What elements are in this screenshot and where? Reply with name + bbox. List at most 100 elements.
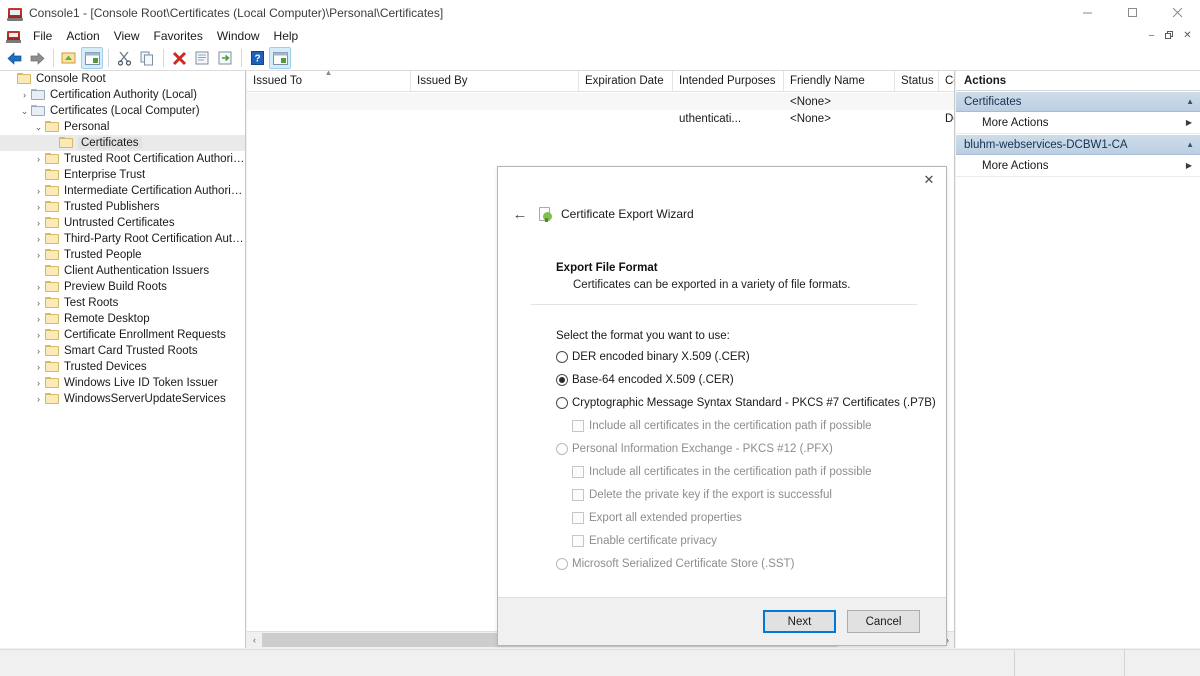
column-header-issued-by[interactable]: Issued By (411, 71, 579, 91)
tree-item-trusted-root-certification-authorities[interactable]: › Trusted Root Certification Authorities (0, 151, 245, 167)
wizard-back-button[interactable]: ← (506, 203, 534, 225)
chevron-right-icon[interactable]: › (32, 218, 45, 228)
menu-view[interactable]: View (107, 27, 147, 45)
folder-up-button[interactable] (58, 47, 80, 69)
actions-group-header-1[interactable]: bluhm-webservices-DCBW1-CA ▲ (956, 134, 1200, 155)
chevron-down-icon[interactable]: ⌄ (18, 106, 31, 117)
status-pane-2 (1015, 650, 1125, 676)
console-small-icon (6, 28, 21, 43)
radio-button[interactable] (556, 397, 568, 409)
tree-item-label: Console Root (36, 73, 106, 85)
chevron-right-icon[interactable]: › (32, 282, 45, 292)
chevron-right-icon[interactable]: › (32, 378, 45, 388)
chevron-right-icon[interactable]: › (32, 394, 45, 404)
tree-item-preview-build-roots[interactable]: › Preview Build Roots (0, 279, 245, 295)
scroll-left-arrow[interactable]: ‹ (247, 632, 262, 648)
tree-item-remote-desktop[interactable]: › Remote Desktop (0, 311, 245, 327)
chevron-right-icon[interactable]: › (32, 314, 45, 324)
forward-button[interactable] (26, 47, 48, 69)
tree-item-intermediate-certification-authorities[interactable]: › Intermediate Certification Authorities (0, 183, 245, 199)
chevron-right-icon[interactable]: › (32, 154, 45, 164)
chevron-up-icon[interactable]: ▲ (1186, 140, 1194, 149)
folder-icon (59, 137, 74, 149)
tree-item-client-authentication-issuers[interactable]: Client Authentication Issuers (0, 263, 245, 279)
cancel-button[interactable]: Cancel (847, 610, 920, 633)
chevron-up-icon[interactable]: ▲ (1186, 97, 1194, 106)
tree-item-certificates-local-computer[interactable]: ⌄ Certificates (Local Computer) (0, 103, 245, 119)
tree-item-certification-authority-local[interactable]: › Certification Authority (Local) (0, 87, 245, 103)
tree-item-enterprise-trust[interactable]: Enterprise Trust (0, 167, 245, 183)
tree-item-test-roots[interactable]: › Test Roots (0, 295, 245, 311)
folder-icon (45, 377, 60, 389)
tree-item-windows-live-id-token-issuer[interactable]: › Windows Live ID Token Issuer (0, 375, 245, 391)
menu-action[interactable]: Action (59, 27, 106, 45)
copy-button[interactable] (136, 47, 158, 69)
tree-item-label: Test Roots (64, 297, 119, 309)
cell-purposes: uthenticati... (679, 112, 742, 125)
back-button[interactable] (3, 47, 25, 69)
cut-button[interactable] (113, 47, 135, 69)
table-row[interactable]: uthenticati... <None> Doma (247, 110, 954, 127)
console-tree-pane[interactable]: Console Root › Certification Authority (Lo… (0, 71, 246, 648)
tree-item-untrusted-certificates[interactable]: › Untrusted Certificates (0, 215, 245, 231)
menu-file[interactable]: File (26, 27, 59, 45)
column-header-intended-purposes[interactable]: Intended Purposes (673, 71, 784, 91)
actions-item-more-actions[interactable]: More Actions ▶ (956, 112, 1200, 134)
radio-button (556, 558, 568, 570)
next-button[interactable]: Next (763, 610, 836, 633)
tree-item-third-party-root-certification-authorities[interactable]: › Third-Party Root Certification Authorit… (0, 231, 245, 247)
radio-button[interactable] (556, 374, 568, 386)
chevron-right-icon[interactable]: › (32, 202, 45, 212)
radio-option-1[interactable]: Base-64 encoded X.509 (.CER) (556, 374, 936, 387)
table-row[interactable]: <None> (247, 93, 954, 110)
export-button[interactable] (214, 47, 236, 69)
chevron-right-icon[interactable]: › (32, 186, 45, 196)
menu-favorites[interactable]: Favorites (147, 27, 210, 45)
column-header-friendly-name[interactable]: Friendly Name (784, 71, 895, 91)
view-window-button[interactable] (269, 47, 291, 69)
chevron-right-icon[interactable]: › (32, 362, 45, 372)
cell-issued-by (411, 110, 579, 127)
column-header-expiration-date[interactable]: Expiration Date (579, 71, 673, 91)
close-button[interactable] (1155, 0, 1200, 25)
tree-item-windowsserverupdateservices[interactable]: › WindowsServerUpdateServices (0, 391, 245, 407)
actions-group-header-0[interactable]: Certificates ▲ (956, 91, 1200, 112)
chevron-down-icon[interactable]: ⌄ (32, 122, 45, 133)
actions-item-more-actions[interactable]: More Actions ▶ (956, 155, 1200, 177)
column-header-issued-to[interactable]: Issued To ▲ (247, 71, 411, 91)
properties-button[interactable] (191, 47, 213, 69)
tree-item-trusted-publishers[interactable]: › Trusted Publishers (0, 199, 245, 215)
folder-icon (31, 105, 46, 117)
tree-item-trusted-people[interactable]: › Trusted People (0, 247, 245, 263)
minimize-button[interactable] (1065, 0, 1110, 25)
tree-item-trusted-devices[interactable]: › Trusted Devices (0, 359, 245, 375)
column-header-certifi[interactable]: Certifi (939, 71, 954, 91)
column-header-status[interactable]: Status (895, 71, 939, 91)
chevron-right-icon[interactable]: › (32, 298, 45, 308)
menu-help[interactable]: Help (267, 27, 306, 45)
menu-window[interactable]: Window (210, 27, 267, 45)
radio-button[interactable] (556, 351, 568, 363)
tree-item-certificate-enrollment-requests[interactable]: › Certificate Enrollment Requests (0, 327, 245, 343)
mdi-minimize-button[interactable]: – (1143, 28, 1160, 43)
tree-item-smart-card-trusted-roots[interactable]: › Smart Card Trusted Roots (0, 343, 245, 359)
radio-option-0[interactable]: DER encoded binary X.509 (.CER) (556, 351, 936, 364)
wizard-nav-row: ← Certificate Export Wizard (498, 201, 948, 227)
tree-item-certificates[interactable]: Certificates (0, 135, 245, 151)
delete-button[interactable] (168, 47, 190, 69)
radio-option-2[interactable]: Cryptographic Message Syntax Standard - … (556, 397, 936, 410)
chevron-right-icon[interactable]: › (32, 250, 45, 260)
chevron-right-icon[interactable]: › (32, 330, 45, 340)
help-button[interactable]: ? (246, 47, 268, 69)
mdi-close-button[interactable]: ✕ (1179, 28, 1196, 43)
maximize-button[interactable] (1110, 0, 1155, 25)
chevron-right-icon[interactable]: › (32, 234, 45, 244)
tree-item-personal[interactable]: ⌄ Personal (0, 119, 245, 135)
wizard-close-button[interactable]: ✕ (912, 167, 946, 193)
mdi-restore-button[interactable] (1161, 28, 1178, 43)
chevron-right-icon[interactable]: › (32, 346, 45, 356)
chevron-right-icon[interactable]: › (18, 90, 31, 100)
show-hide-console-tree-button[interactable] (81, 47, 103, 69)
certificates-list-pane[interactable]: Issued To ▲ Issued By Expiration Date Intend… (247, 71, 955, 648)
tree-item-console-root[interactable]: Console Root (0, 71, 245, 87)
